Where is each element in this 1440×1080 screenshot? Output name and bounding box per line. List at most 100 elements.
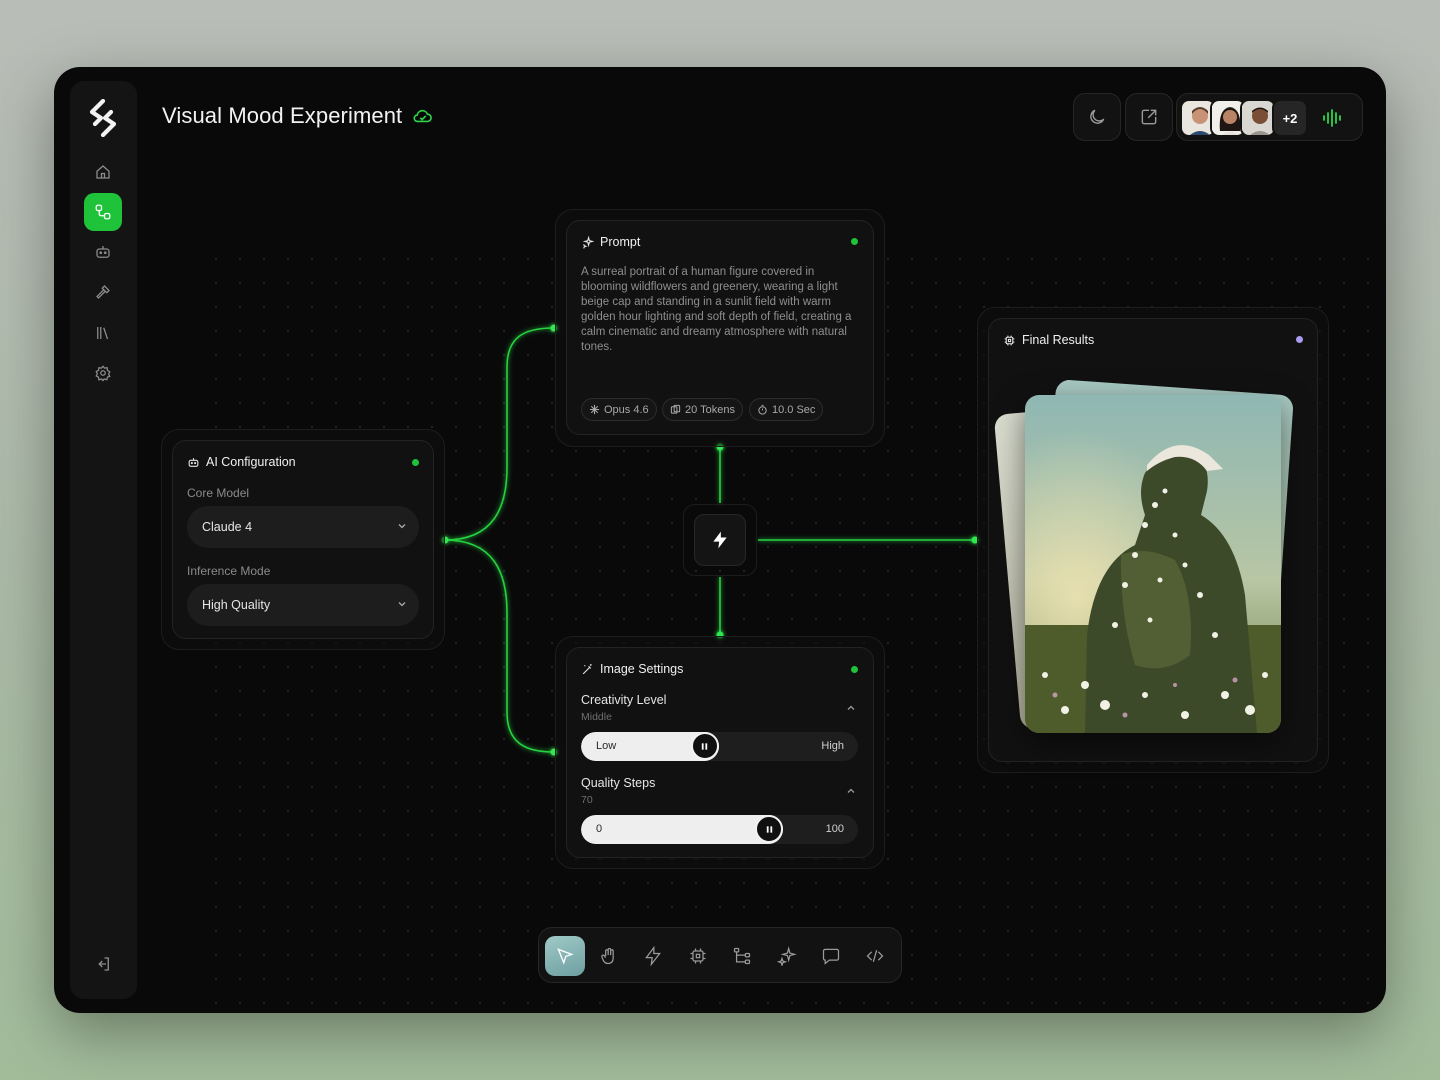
model-chip-label: Opus 4.6	[604, 403, 649, 416]
cursor-icon	[557, 948, 574, 965]
external-link-icon	[1141, 109, 1157, 125]
status-indicator	[412, 459, 419, 466]
timer-icon	[758, 404, 767, 415]
library-icon	[97, 327, 109, 340]
chevron-down-icon	[398, 524, 406, 529]
result-image[interactable]	[1025, 395, 1281, 733]
status-indicator	[1296, 336, 1303, 343]
branch-icon	[733, 947, 751, 965]
app-logo[interactable]	[87, 99, 119, 137]
flower-portrait-image	[1025, 395, 1281, 733]
moon-icon	[1090, 109, 1105, 124]
final-results-header: Final Results	[1003, 333, 1094, 347]
quality-steps-value: 70	[581, 794, 593, 806]
time-chip-label: 10.0 Sec	[772, 403, 816, 416]
waveform-icon[interactable]	[1322, 108, 1344, 128]
hammer-icon	[96, 285, 110, 299]
gear-icon	[95, 365, 111, 382]
theme-toggle-button[interactable]	[1073, 93, 1121, 141]
sidebar-item-workflow[interactable]	[84, 193, 122, 231]
pause-icon	[701, 742, 708, 750]
sparkle-icon	[777, 946, 797, 966]
tool-processor[interactable]	[678, 936, 718, 976]
quality-steps-label: Quality Steps	[581, 776, 656, 790]
sidebar-item-bot[interactable]	[84, 233, 122, 271]
slider-max-label: 100	[825, 823, 844, 835]
slider-fill	[581, 815, 784, 844]
magic-wand-icon	[582, 663, 592, 674]
tool-comment[interactable]	[811, 936, 851, 976]
trigger-node[interactable]	[694, 514, 746, 566]
slider-min-label: Low	[596, 740, 617, 752]
sidebar-item-tools[interactable]	[84, 273, 122, 311]
sidebar-item-library[interactable]	[84, 314, 122, 352]
creativity-slider-handle[interactable]	[690, 732, 719, 760]
logout-icon[interactable]	[94, 955, 112, 973]
tokens-chip: 20 Tokens	[662, 398, 743, 421]
code-icon	[866, 949, 884, 963]
inference-mode-select[interactable]: High Quality	[187, 584, 419, 626]
sidebar-item-settings[interactable]	[84, 354, 122, 392]
ai-config-title: AI Configuration	[206, 455, 296, 469]
inference-mode-label: Inference Mode	[187, 564, 271, 578]
image-settings-header: Image Settings	[581, 662, 683, 676]
prompt-text[interactable]: A surreal portrait of a human figure cov…	[581, 265, 861, 355]
cloud-sync-icon	[413, 109, 433, 123]
time-chip: 10.0 Sec	[749, 398, 824, 421]
model-chip: Opus 4.6	[581, 398, 657, 421]
quality-slider[interactable]: 0 100	[581, 815, 858, 844]
slider-min-label: 0	[596, 823, 603, 835]
core-model-select[interactable]: Claude 4	[187, 506, 419, 548]
avatar[interactable]	[1240, 99, 1276, 137]
creativity-level-value: Middle	[581, 711, 612, 723]
tool-code[interactable]	[855, 936, 895, 976]
page-title: Visual Mood Experiment	[162, 103, 403, 128]
pause-icon	[766, 825, 772, 833]
sparkle-icon	[582, 235, 594, 249]
canvas-toolbar	[538, 927, 902, 983]
hand-icon	[601, 947, 614, 965]
share-button[interactable]	[1125, 93, 1173, 141]
chip-icon	[690, 948, 706, 964]
bolt-icon	[713, 531, 727, 549]
page-header: Visual Mood Experiment	[162, 103, 434, 129]
prompt-title: Prompt	[600, 235, 641, 249]
comment-icon	[822, 948, 840, 965]
token-icon	[670, 404, 681, 414]
tool-pan[interactable]	[589, 936, 629, 976]
person-avatar-3	[1242, 101, 1274, 135]
chevron-down-icon	[398, 602, 406, 607]
chip-icon	[1004, 335, 1015, 345]
creativity-slider[interactable]: Low High	[581, 732, 858, 761]
ai-config-header: AI Configuration	[187, 455, 296, 469]
sidebar-item-home[interactable]	[84, 153, 122, 191]
bolt-icon	[645, 946, 661, 966]
image-settings-card[interactable]: Image Settings Creativity Level Middle L…	[566, 647, 874, 858]
final-results-card[interactable]: Final Results	[988, 318, 1318, 762]
core-model-label: Core Model	[187, 486, 250, 500]
asterisk-icon	[589, 404, 600, 415]
prompt-card[interactable]: Prompt A surreal portrait of a human fig…	[566, 220, 874, 435]
tokens-chip-label: 20 Tokens	[685, 403, 735, 416]
tool-select[interactable]	[545, 936, 585, 976]
more-collaborators-badge[interactable]: +2	[1272, 99, 1308, 137]
status-indicator	[851, 238, 858, 245]
ai-config-card[interactable]: AI Configuration Core Model Claude 4 Inf…	[172, 440, 434, 639]
prompt-header: Prompt	[581, 235, 640, 249]
tool-trigger[interactable]	[633, 936, 673, 976]
tool-ai[interactable]	[767, 936, 807, 976]
sidebar	[70, 81, 137, 999]
creativity-level-label: Creativity Level	[581, 693, 667, 707]
app-window: Visual Mood Experiment +2 AI Configurati…	[54, 67, 1386, 1013]
slider-max-label: High	[821, 740, 844, 752]
robot-icon	[96, 246, 110, 258]
image-settings-title: Image Settings	[600, 662, 684, 676]
chevron-up-icon[interactable]	[846, 703, 856, 713]
core-model-value: Claude 4	[202, 520, 253, 534]
final-results-title: Final Results	[1022, 333, 1095, 347]
home-icon	[96, 165, 110, 179]
tool-branch[interactable]	[722, 936, 762, 976]
inference-mode-value: High Quality	[202, 598, 271, 612]
chevron-up-icon[interactable]	[846, 786, 856, 796]
workflow-icon	[95, 204, 111, 220]
